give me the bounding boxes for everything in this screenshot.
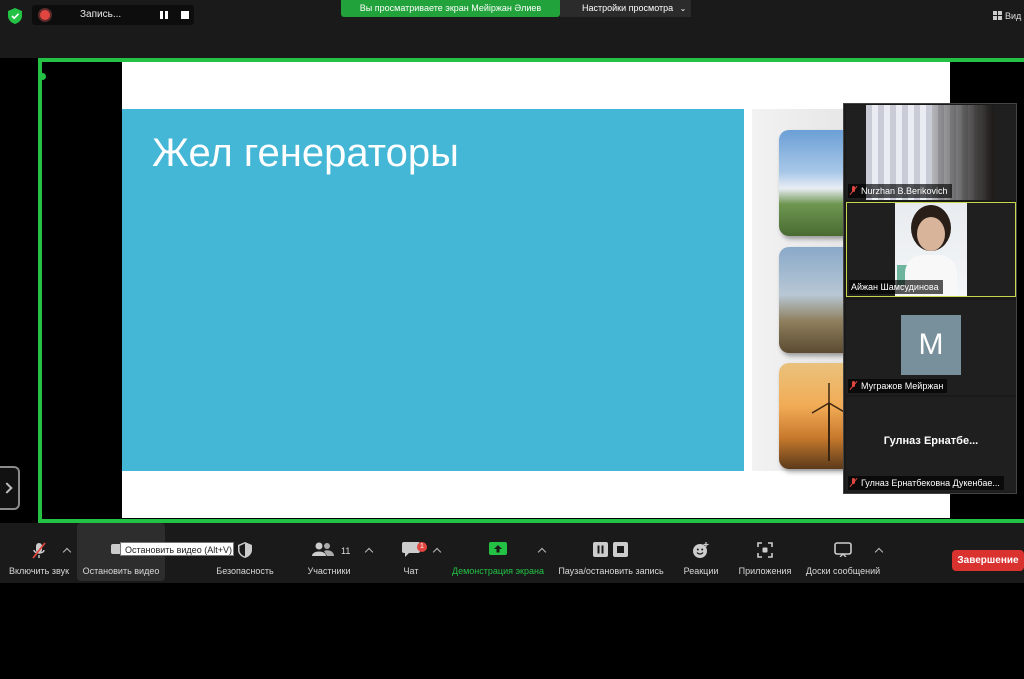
participant-nameplate: Айжан Шамсудинова — [849, 280, 943, 294]
recording-indicator[interactable]: Запись... — [32, 5, 194, 25]
whiteboard-icon — [834, 542, 852, 557]
participant-tile[interactable]: M Мугражов Мейржан — [846, 300, 1016, 395]
apps-icon — [757, 542, 773, 558]
view-mode-button[interactable]: Вид — [993, 8, 1024, 24]
mic-muted-icon — [850, 186, 857, 195]
participant-nameplate: Nurzhan B.Berikovich — [848, 184, 952, 198]
participant-tile-title: Гулназ Ернатбе... — [883, 435, 979, 447]
avatar: M — [901, 315, 961, 375]
apps-button[interactable]: Приложения — [734, 523, 796, 581]
chat-button[interactable]: Чат — [394, 523, 428, 581]
participant-tile[interactable]: Гулназ Ернатбе... Гулназ Ернатбековна Ду… — [846, 397, 1016, 492]
pause-stop-recording-button[interactable]: Пауза/остановить запись — [554, 523, 668, 581]
screen-share-banner: Вы просматриваете экран Мейіржан Әлиев — [341, 0, 560, 17]
participant-nameplate: Мугражов Мейржан — [848, 379, 948, 393]
mic-muted-icon — [32, 542, 46, 559]
participant-name: Nurzhan B.Berikovich — [861, 186, 948, 196]
participant-name: Гулназ Ернатбековна Дукенбае... — [861, 478, 1000, 488]
participants-video-panel: Nurzhan B.Berikovich Айжан Шамсудинова M… — [843, 103, 1017, 494]
smiley-icon — [693, 542, 709, 558]
pause-stop-recording-label: Пауза/остановить запись — [558, 566, 664, 576]
security-shield-icon — [8, 8, 22, 24]
stop-video-label: Остановить видео — [82, 566, 160, 576]
unmute-label: Включить звук — [8, 566, 70, 576]
end-meeting-button[interactable]: Завершение — [952, 550, 1024, 571]
chat-label: Чат — [403, 566, 419, 576]
bottom-area — [0, 583, 1024, 679]
participant-name: Айжан Шамсудинова — [851, 282, 939, 292]
participants-options-chevron-icon[interactable] — [364, 547, 374, 557]
mic-muted-icon — [850, 478, 857, 487]
view-options-label: Настройки просмотра — [582, 3, 674, 13]
participant-name: Мугражов Мейржан — [861, 381, 944, 391]
view-options-button[interactable]: Настройки просмотра ⌄ — [560, 0, 691, 17]
pause-stop-icon — [593, 542, 628, 557]
chevron-down-icon: ⌄ — [679, 4, 687, 13]
pause-recording-icon[interactable] — [160, 11, 168, 19]
slide-title-block: Жел генераторы — [122, 109, 744, 471]
presentation-slide: Жел генераторы — [122, 62, 950, 518]
whiteboards-button[interactable]: Доски сообщений — [802, 523, 884, 581]
apps-label: Приложения — [738, 566, 792, 576]
slide-title: Жел генераторы — [152, 131, 459, 175]
participant-tile[interactable]: Nurzhan B.Berikovich — [846, 105, 1016, 200]
stop-video-tooltip: Остановить видео (Alt+V) — [120, 542, 234, 556]
stop-recording-icon[interactable] — [181, 11, 189, 19]
reactions-label: Реакции — [683, 566, 719, 576]
participants-button[interactable]: 11 Участники — [300, 523, 358, 581]
participant-nameplate: Гулназ Ернатбековна Дукенбае... — [848, 476, 1004, 490]
share-screen-label: Демонстрация экрана — [452, 566, 544, 576]
top-bar: Запись... Вы просматриваете экран Мейірж… — [0, 0, 1024, 58]
chat-unread-badge: 1 — [417, 542, 427, 552]
participants-label: Участники — [307, 566, 351, 576]
shield-icon — [238, 542, 252, 558]
face-image — [917, 217, 945, 251]
share-screen-icon — [489, 542, 507, 555]
chat-options-chevron-icon[interactable] — [432, 547, 442, 557]
participants-icon — [312, 542, 334, 556]
mic-muted-icon — [850, 381, 857, 390]
participants-count: 11 — [341, 546, 351, 556]
recording-label: Запись... — [80, 9, 122, 20]
grid-view-icon — [993, 11, 1002, 20]
security-label: Безопасность — [216, 566, 274, 576]
share-screen-button[interactable]: Демонстрация экрана — [448, 523, 548, 581]
expand-left-arrow-icon[interactable] — [0, 466, 20, 510]
reactions-button[interactable]: Реакции — [680, 523, 722, 581]
whiteboards-label: Доски сообщений — [805, 566, 881, 576]
view-mode-label: Вид — [1005, 11, 1022, 21]
participant-tile-active-speaker[interactable]: Айжан Шамсудинова — [846, 202, 1016, 297]
share-active-dot-icon — [39, 73, 46, 80]
recording-dot-icon — [40, 10, 50, 20]
